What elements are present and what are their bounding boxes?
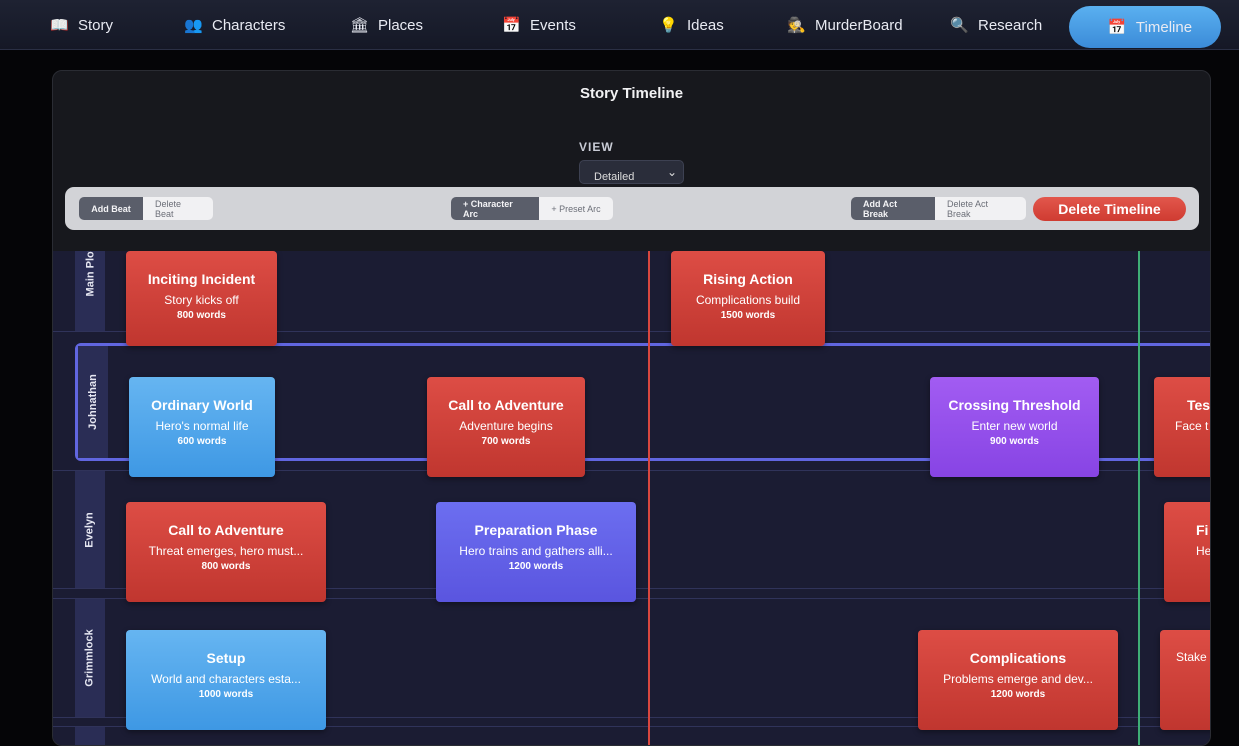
add-beat-button[interactable]: Add Beat [79,197,143,220]
nav-events[interactable]: 📅 Events [502,0,576,50]
arc-button-group: + Character Arc + Preset Arc [451,197,613,220]
nav-characters[interactable]: 👥 Characters [184,0,285,50]
beat-card[interactable]: Call to Adventure Threat emerges, hero m… [126,502,326,602]
nav-label: Timeline [1135,18,1193,36]
view-select-value: Detailed [594,171,635,183]
beat-card[interactable]: Rising Action Complications build 1500 w… [671,251,825,346]
add-act-break-button[interactable]: Add Act Break [851,197,935,220]
detective-icon: 🕵 [787,17,806,34]
building-icon: 🏛 [350,17,370,34]
beat-card[interactable]: Preparation Phase Hero trains and gather… [436,502,636,602]
top-nav: 📖 Story 👥 Characters 🏛 Places 📅 Events 💡… [0,0,1239,50]
nav-research[interactable]: 🔍 Research [950,0,1042,50]
nav-label: Events [530,16,576,34]
act-break-button-group: Add Act Break Delete Act Break [851,197,1026,220]
timeline-panel: Story Timeline VIEW Detailed ⌄ Add Beat … [52,70,1211,746]
nav-label: Story [78,16,114,34]
delete-act-break-button[interactable]: Delete Act Break [935,197,1026,220]
book-icon: 📖 [50,17,69,34]
nav-label: MurderBoard [815,16,903,34]
preset-arc-button[interactable]: + Preset Arc [539,197,613,220]
beat-card[interactable]: Setup World and characters esta... 1000 … [126,630,326,730]
nav-timeline[interactable]: 📅 Timeline [1069,6,1221,48]
nav-story[interactable]: 📖 Story [50,0,113,50]
page-title: Story Timeline [579,85,684,102]
nav-label: Ideas [687,16,724,34]
timeline-toolbar: Add Beat Delete Beat + Character Arc + P… [65,187,1199,230]
beat-card[interactable]: Fi Her [1164,502,1210,602]
view-select[interactable]: Detailed ⌄ [579,160,684,184]
calendar-icon: 📅 [502,17,521,34]
people-icon: 👥 [184,17,203,34]
beat-button-group: Add Beat Delete Beat [79,197,213,220]
delete-beat-button[interactable]: Delete Beat [143,197,213,220]
beat-card[interactable]: Test Face t [1154,377,1210,477]
act-break-marker[interactable] [1138,251,1140,745]
timeline-canvas[interactable]: Main Plot Johnathan Evelyn Grimmlock Inc… [53,251,1210,745]
beat-card[interactable]: Crossing Threshold Enter new world 900 w… [930,377,1099,477]
chevron-down-icon: ⌄ [666,165,677,179]
beat-card[interactable]: Inciting Incident Story kicks off 800 wo… [126,251,277,346]
beat-card[interactable]: Ordinary World Hero's normal life 600 wo… [129,377,275,477]
nav-ideas[interactable]: 💡 Ideas [659,0,724,50]
act-break-marker[interactable] [648,251,650,745]
nav-label: Research [978,16,1043,34]
lane-label: Grimmlock [75,599,105,717]
magnifier-icon: 🔍 [950,17,969,34]
nav-label: Characters [212,16,286,34]
lane-label [75,727,105,745]
beat-card[interactable]: Call to Adventure Adventure begins 700 w… [427,377,585,477]
character-arc-button[interactable]: + Character Arc [451,197,539,220]
beat-card[interactable]: Complications Problems emerge and dev...… [918,630,1118,730]
view-label: VIEW [579,140,614,154]
lane-label: Main Plot [75,251,105,331]
nav-places[interactable]: 🏛 Places [350,0,423,50]
lane-label: Evelyn [75,471,105,588]
beat-card[interactable]: Stake [1160,630,1210,730]
lane-label: Johnathan [78,346,108,458]
lightbulb-icon: 💡 [659,17,678,34]
nav-murderboard[interactable]: 🕵 MurderBoard [787,0,903,50]
calendar-icon: 📅 [1107,19,1127,36]
delete-timeline-button[interactable]: Delete Timeline [1033,197,1186,221]
nav-label: Places [378,16,424,34]
